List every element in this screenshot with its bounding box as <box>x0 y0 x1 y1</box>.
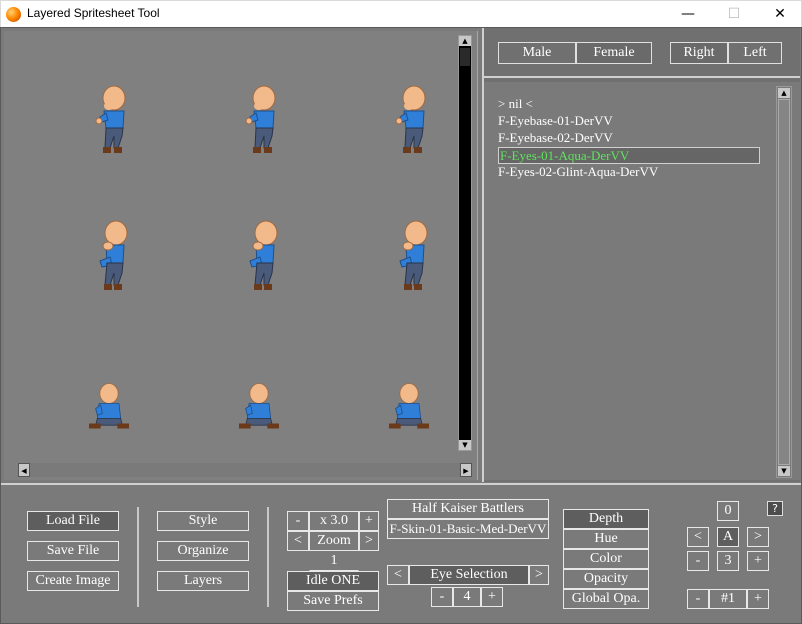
list-item[interactable]: F-Eyes-02-Glint-Aqua-DerVV <box>498 164 658 181</box>
save-prefs-button[interactable]: Save Prefs <box>287 591 379 611</box>
eye-selection-label: Eye Selection <box>409 565 529 585</box>
slot-minus-button[interactable]: - <box>687 589 709 609</box>
scroll-left-icon[interactable]: ◀ <box>18 463 30 477</box>
selection-next-button[interactable]: > <box>529 565 549 585</box>
sprite-frame <box>399 220 428 291</box>
organize-button[interactable]: Organize <box>157 541 249 561</box>
global-opacity-button[interactable]: Global Opa. <box>563 589 649 609</box>
letter-prev-button[interactable]: < <box>687 527 709 547</box>
num-minus-button[interactable]: - <box>687 551 709 571</box>
scroll-right-icon[interactable]: ▶ <box>460 463 472 477</box>
list-item[interactable]: F-Eyebase-01-DerVV <box>498 113 613 130</box>
list-item[interactable]: F-Eyebase-02-DerVV <box>498 130 613 147</box>
sprite-preview: ▲ ▼ ◀ ▶ <box>4 31 478 480</box>
num-value: 3 <box>717 551 739 571</box>
selection-prev-button[interactable]: < <box>387 565 409 585</box>
color-button[interactable]: Color <box>563 549 649 569</box>
scroll-down-icon[interactable]: ▼ <box>459 440 471 450</box>
selection-minus-button[interactable]: - <box>431 587 453 607</box>
layer-panel: Male Female Right Left > nil < F-Eyebase… <box>482 28 800 482</box>
depth-button[interactable]: Depth <box>563 509 649 529</box>
zoom-prev-button[interactable]: < <box>287 531 309 551</box>
skin-name-button[interactable]: F-Skin-01-Basic-Med-DerVV <box>387 519 549 539</box>
slot-value: #1 <box>709 589 747 609</box>
layer-list-scrollbar[interactable]: ▲ ▼ <box>776 86 792 478</box>
app-logo-icon <box>6 7 21 22</box>
scroll-thumb[interactable] <box>460 48 470 66</box>
zoom-label: Zoom <box>309 531 359 551</box>
selection-count: 4 <box>453 587 481 607</box>
layers-button[interactable]: Layers <box>157 571 249 591</box>
sprite-frame <box>395 85 426 154</box>
frame-number: 1 <box>309 551 359 571</box>
hue-button[interactable]: Hue <box>563 529 649 549</box>
sprite-frame <box>245 85 276 154</box>
minimize-button[interactable]: — <box>665 1 711 28</box>
sprite-frame <box>88 383 130 429</box>
top-value: 0 <box>717 501 739 521</box>
window-title: Layered Spritesheet Tool <box>27 6 160 20</box>
orientation-toggles: Male Female Right Left <box>484 28 800 78</box>
sprite-frame <box>249 220 278 291</box>
slot-plus-button[interactable]: + <box>747 589 769 609</box>
num-plus-button[interactable]: + <box>747 551 769 571</box>
create-image-button[interactable]: Create Image <box>27 571 119 591</box>
selection-plus-button[interactable]: + <box>481 587 503 607</box>
idle-one-button[interactable]: Idle ONE <box>287 571 379 591</box>
male-toggle[interactable]: Male <box>498 42 576 64</box>
divider <box>267 507 269 607</box>
sprite-frame <box>388 383 430 429</box>
facing-right-toggle[interactable]: Right <box>670 42 728 64</box>
letter-value: A <box>717 527 739 547</box>
zoom-minus-button[interactable]: - <box>287 511 309 531</box>
female-toggle[interactable]: Female <box>576 42 652 64</box>
title-bar: Layered Spritesheet Tool — ☐ ✕ <box>0 0 802 27</box>
letter-next-button[interactable]: > <box>747 527 769 547</box>
client-area: ▲ ▼ ◀ ▶ Male Female Right Left > nil < F… <box>0 27 802 624</box>
divider <box>137 507 139 607</box>
load-file-button[interactable]: Load File <box>27 511 119 531</box>
opacity-button[interactable]: Opacity <box>563 569 649 589</box>
control-bar: Load File Save File Create Image Style O… <box>1 483 801 623</box>
preview-horizontal-scrollbar[interactable]: ◀ ▶ <box>18 463 472 477</box>
scroll-up-icon[interactable]: ▲ <box>778 88 790 98</box>
scroll-down-icon[interactable]: ▼ <box>778 466 790 476</box>
list-item[interactable]: > nil < <box>498 96 533 113</box>
scroll-thumb[interactable] <box>778 99 790 465</box>
style-button[interactable]: Style <box>157 511 249 531</box>
zoom-plus-button[interactable]: + <box>359 511 379 531</box>
layer-list: > nil < F-Eyebase-01-DerVV F-Eyebase-02-… <box>484 82 800 480</box>
sprite-frame <box>99 220 128 291</box>
help-icon[interactable]: ? <box>767 501 783 516</box>
scroll-up-icon[interactable]: ▲ <box>459 36 471 46</box>
maximize-button[interactable]: ☐ <box>711 1 757 28</box>
sprite-frame <box>95 85 126 154</box>
zoom-next-button[interactable]: > <box>359 531 379 551</box>
sheet-name-button[interactable]: Half Kaiser Battlers <box>387 499 549 519</box>
preview-vertical-scrollbar[interactable]: ▲ ▼ <box>458 35 472 451</box>
facing-left-toggle[interactable]: Left <box>728 42 782 64</box>
close-button[interactable]: ✕ <box>757 1 802 28</box>
save-file-button[interactable]: Save File <box>27 541 119 561</box>
sprite-frame <box>238 383 280 429</box>
zoom-value: x 3.0 <box>309 511 359 531</box>
selected-list-item[interactable]: F-Eyes-01-Aqua-DerVV <box>498 147 760 164</box>
